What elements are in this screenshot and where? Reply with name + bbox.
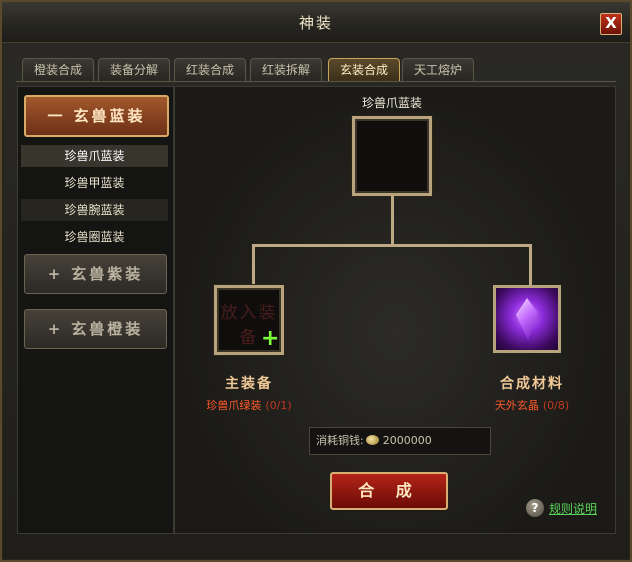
sidebar-item-claw-blue[interactable]: 珍兽爪蓝装 — [21, 145, 168, 167]
result-slot[interactable] — [352, 116, 432, 196]
collapse-icon: 一 — [47, 107, 66, 125]
rules-link[interactable]: 规则说明 — [549, 500, 597, 517]
material-slot[interactable] — [493, 285, 561, 353]
add-icon: + — [261, 326, 280, 351]
tab-tiangong-furnace[interactable]: 天工熔炉 — [402, 58, 474, 82]
connector-vertical — [391, 196, 394, 244]
window-title: 神装 — [298, 14, 333, 32]
result-item-label: 珍兽爪蓝装 — [361, 96, 422, 110]
main-equipment-slot[interactable]: 放入装备 + — [214, 285, 284, 355]
connector-right — [529, 244, 532, 286]
title-bar[interactable]: 神装 X — [2, 2, 630, 43]
tab-red-disassemble[interactable]: 红装拆解 — [250, 58, 322, 82]
crystal-icon — [516, 298, 538, 340]
material-title: 合成材料 — [500, 376, 564, 392]
material-item-name: 天外玄晶 — [494, 399, 539, 412]
connector-left — [252, 244, 255, 286]
category-purple-button[interactable]: + 玄兽紫装 — [24, 254, 167, 294]
tab-orange-synthesis[interactable]: 橙装合成 — [22, 58, 94, 82]
sidebar-item-collar-blue[interactable]: 珍兽圈蓝装 — [21, 226, 168, 248]
material-requirement: 天外玄晶 (0/8) — [462, 397, 602, 413]
close-button[interactable]: X — [600, 13, 622, 35]
cost-display: 消耗铜钱: 2000000 — [309, 427, 491, 455]
sidebar-item-armor-blue[interactable]: 珍兽甲蓝装 — [21, 172, 168, 194]
category-blue-button[interactable]: 一玄兽蓝装 — [24, 95, 169, 137]
sidebar-item-wrist-blue[interactable]: 珍兽腕蓝装 — [21, 199, 168, 221]
material-item-count: (0/8) — [542, 399, 570, 412]
expand-icon: + — [47, 320, 64, 338]
required-item-count: (0/1) — [265, 399, 292, 412]
help-icon[interactable]: ? — [526, 499, 544, 517]
tab-divider — [16, 81, 616, 82]
expand-icon: + — [47, 265, 64, 283]
category-orange-button[interactable]: + 玄兽橙装 — [24, 309, 167, 349]
connector-horizontal — [252, 244, 532, 247]
category-label: 玄兽橙装 — [71, 320, 144, 338]
main-equipment-requirement: 珍兽爪绿装 (0/1) — [179, 397, 319, 413]
cost-value: 2000000 — [382, 434, 432, 447]
dialog-window: 神装 X 橙装合成 装备分解 红装合成 红装拆解 玄装合成 天工熔炉 一玄兽蓝装… — [0, 0, 632, 562]
category-label: 玄兽蓝装 — [73, 107, 146, 125]
synthesize-button[interactable]: 合 成 — [330, 472, 448, 510]
coin-icon — [365, 435, 379, 445]
cost-label: 消耗铜钱: — [316, 434, 364, 447]
sidebar: 一玄兽蓝装 珍兽爪蓝装 珍兽甲蓝装 珍兽腕蓝装 珍兽圈蓝装 + 玄兽紫装 + 玄兽橙… — [17, 86, 174, 534]
tab-equipment-decompose[interactable]: 装备分解 — [98, 58, 170, 82]
category-label: 玄兽紫装 — [71, 265, 144, 283]
required-item-name: 珍兽爪绿装 — [206, 399, 262, 412]
tab-xuan-synthesis[interactable]: 玄装合成 — [328, 58, 400, 82]
tab-red-synthesis[interactable]: 红装合成 — [174, 58, 246, 82]
main-equipment-title: 主装备 — [225, 376, 273, 392]
